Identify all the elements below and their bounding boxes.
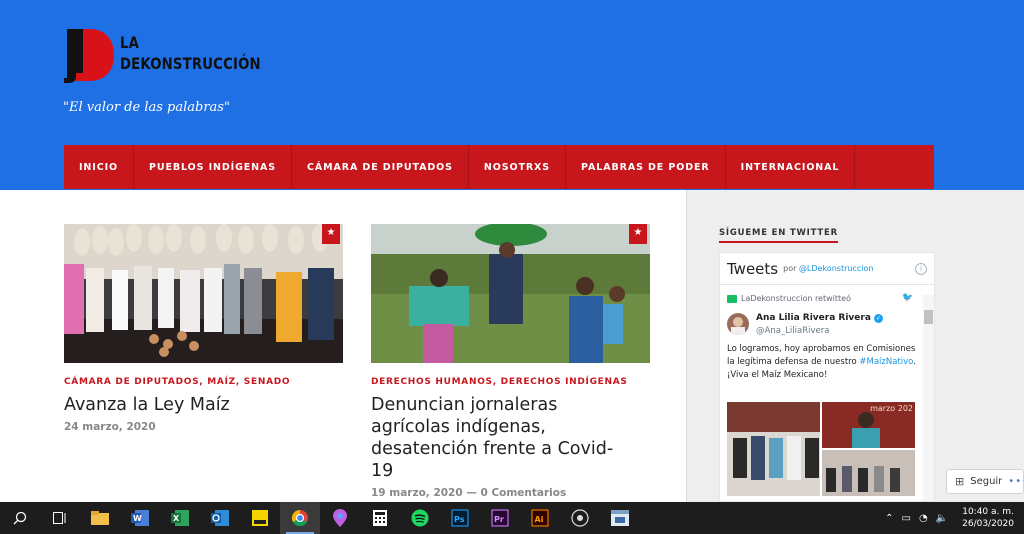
verified-badge-icon: ✓: [873, 313, 883, 323]
tweet-media[interactable]: marzo 202: [727, 402, 915, 496]
windows-taskbar: W X Ps Pr Ai ⌃ ▭ ◔ 🔈 10:40 a. m. 26/03/2…: [0, 502, 1024, 534]
post-thumbnail[interactable]: ★: [371, 224, 650, 363]
excel-icon[interactable]: X: [160, 502, 200, 534]
word-icon[interactable]: W: [120, 502, 160, 534]
site-tagline: "El valor de las palabras": [63, 100, 230, 115]
follow-label: Seguir: [970, 476, 1003, 487]
twitter-bird-icon: 🐦: [902, 293, 914, 303]
site-logo[interactable]: LA DEKONSTRUCCIÓN: [63, 25, 263, 87]
field-workers-photo: [371, 224, 650, 363]
widget-scrollbar-thumb[interactable]: [924, 310, 933, 324]
twitter-widget-heading: Tweets: [727, 259, 779, 278]
search-icon[interactable]: [0, 502, 40, 534]
volume-icon[interactable]: 🔈: [936, 513, 948, 524]
chrome-icon[interactable]: [280, 502, 320, 534]
svg-text:X: X: [173, 514, 180, 523]
retweet-label: LaDekonstruccion retwitteó: [741, 294, 851, 303]
system-tray: ⌃ ▭ ◔ 🔈 10:40 a. m. 26/03/2020: [885, 502, 1014, 534]
post-card: ★ DERECHOS HUMANOS, DERECHOS INDÍGENAS D…: [371, 224, 650, 499]
show-hidden-icons-icon[interactable]: ⌃: [885, 513, 893, 524]
tweet-photo-stack: marzo 202: [822, 402, 915, 496]
post-card: ★ CÁMARA DE DIPUTADOS, MAÍZ, SENADO Avan…: [64, 224, 343, 433]
svg-text:Ai: Ai: [535, 515, 544, 524]
featured-star-icon: ★: [322, 224, 340, 244]
svg-text:Pr: Pr: [494, 515, 504, 524]
tweet-photo-3: [822, 450, 915, 496]
battery-icon[interactable]: ▭: [901, 513, 910, 524]
logo-d-mark-icon: [64, 29, 114, 83]
wifi-icon[interactable]: ◔: [919, 513, 928, 524]
system-clock[interactable]: 10:40 a. m. 26/03/2020: [962, 506, 1014, 530]
nav-item-camara-de-diputados[interactable]: CÁMARA DE DIPUTADOS: [292, 145, 469, 189]
nav-item-inicio[interactable]: INICIO: [64, 145, 135, 189]
more-options-icon[interactable]: •••: [1008, 476, 1024, 487]
post-date[interactable]: 19 marzo, 2020: [371, 487, 463, 499]
sticky-notes-icon[interactable]: [240, 502, 280, 534]
twitter-account-link[interactable]: @LDekonstruccion: [799, 264, 874, 273]
hashtag-link[interactable]: #MaízNativo: [859, 357, 913, 367]
logo-text: LA DEKONSTRUCCIÓN: [120, 32, 261, 74]
follow-button[interactable]: ⊞ Seguir •••: [946, 469, 1024, 494]
retweet-icon: [727, 294, 737, 303]
post-meta: 19 marzo, 2020 — 0 Comentarios: [371, 487, 650, 499]
nav-item-internacional[interactable]: INTERNACIONAL: [726, 145, 856, 189]
nav-item-pueblos-indigenas[interactable]: PUEBLOS INDÍGENAS: [134, 145, 293, 189]
author-name-text: Ana Lilia Rivera Rivera: [756, 313, 871, 323]
tweet-photo-2-image: [852, 412, 880, 448]
sidebar: SÍGUEME EN TWITTER Tweets por @LDekonstr…: [686, 190, 1024, 502]
premiere-icon[interactable]: Pr: [480, 502, 520, 534]
featured-star-icon: ★: [629, 224, 647, 244]
spotify-icon[interactable]: [400, 502, 440, 534]
avatar-image: [731, 317, 745, 335]
maps-pin-icon[interactable]: [320, 502, 360, 534]
nav-item-palabras-de-poder[interactable]: PALABRAS DE PODER: [566, 145, 726, 189]
post-categories[interactable]: CÁMARA DE DIPUTADOS, MAÍZ, SENADO: [64, 377, 343, 387]
post-thumbnail[interactable]: ★: [64, 224, 343, 363]
tweet-photo-2: marzo 202: [822, 402, 915, 448]
post-meta: 24 marzo, 2020: [64, 421, 343, 433]
post-title[interactable]: Denuncian jornaleras agrícolas indígenas…: [371, 394, 616, 482]
twitter-timeline-widget: Tweets por @LDekonstruccion i LaDekonstr…: [719, 252, 935, 502]
sidebar-widget-title: SÍGUEME EN TWITTER: [719, 228, 838, 243]
task-view-icon[interactable]: [40, 502, 80, 534]
illustrator-icon[interactable]: Ai: [520, 502, 560, 534]
calculator-icon[interactable]: [360, 502, 400, 534]
clock-date: 26/03/2020: [962, 519, 1014, 529]
obs-icon[interactable]: [560, 502, 600, 534]
tweet-author-handle[interactable]: @Ana_LiliaRivera: [756, 326, 829, 336]
post-date[interactable]: 24 marzo, 2020: [64, 421, 156, 433]
meta-separator: —: [466, 487, 481, 499]
tweet-text: Lo logramos, hoy aprobamos en Comisiones…: [727, 343, 917, 382]
info-icon[interactable]: i: [915, 262, 927, 275]
video-editor-icon[interactable]: [600, 502, 640, 534]
outlook-icon[interactable]: [200, 502, 240, 534]
retweet-indicator: LaDekonstruccion retwitteó: [727, 294, 851, 303]
widget-scrollbar[interactable]: [923, 295, 934, 501]
tweet-photo-1: [727, 402, 820, 496]
file-explorer-icon[interactable]: [80, 502, 120, 534]
byline-label: por: [783, 264, 797, 273]
main-navigation: INICIO PUEBLOS INDÍGENAS CÁMARA DE DIPUT…: [64, 145, 934, 189]
logo-line-2: DEKONSTRUCCIÓN: [120, 54, 261, 73]
nav-item-nosotrxs[interactable]: NOSOTRXS: [469, 145, 567, 189]
post-categories[interactable]: DERECHOS HUMANOS, DERECHOS INDÍGENAS: [371, 377, 650, 387]
photoshop-icon[interactable]: Ps: [440, 502, 480, 534]
tweet-author-name[interactable]: Ana Lilia Rivera Rivera ✓: [756, 313, 883, 323]
avatar[interactable]: [727, 313, 749, 335]
browser-page: LA DEKONSTRUCCIÓN "El valor de las palab…: [0, 0, 1024, 534]
press-event-photo: [64, 224, 343, 363]
post-title[interactable]: Avanza la Ley Maíz: [64, 394, 343, 416]
clock-time: 10:40 a. m.: [962, 507, 1014, 517]
svg-text:Ps: Ps: [454, 515, 465, 524]
follow-icon: ⊞: [955, 475, 965, 488]
twitter-widget-byline: por @LDekonstruccion: [783, 264, 873, 273]
twitter-widget-header: Tweets por @LDekonstruccion i: [720, 253, 934, 285]
post-comments-link[interactable]: 0 Comentarios: [480, 487, 566, 499]
logo-line-1: LA: [120, 33, 140, 52]
svg-text:W: W: [133, 514, 142, 523]
